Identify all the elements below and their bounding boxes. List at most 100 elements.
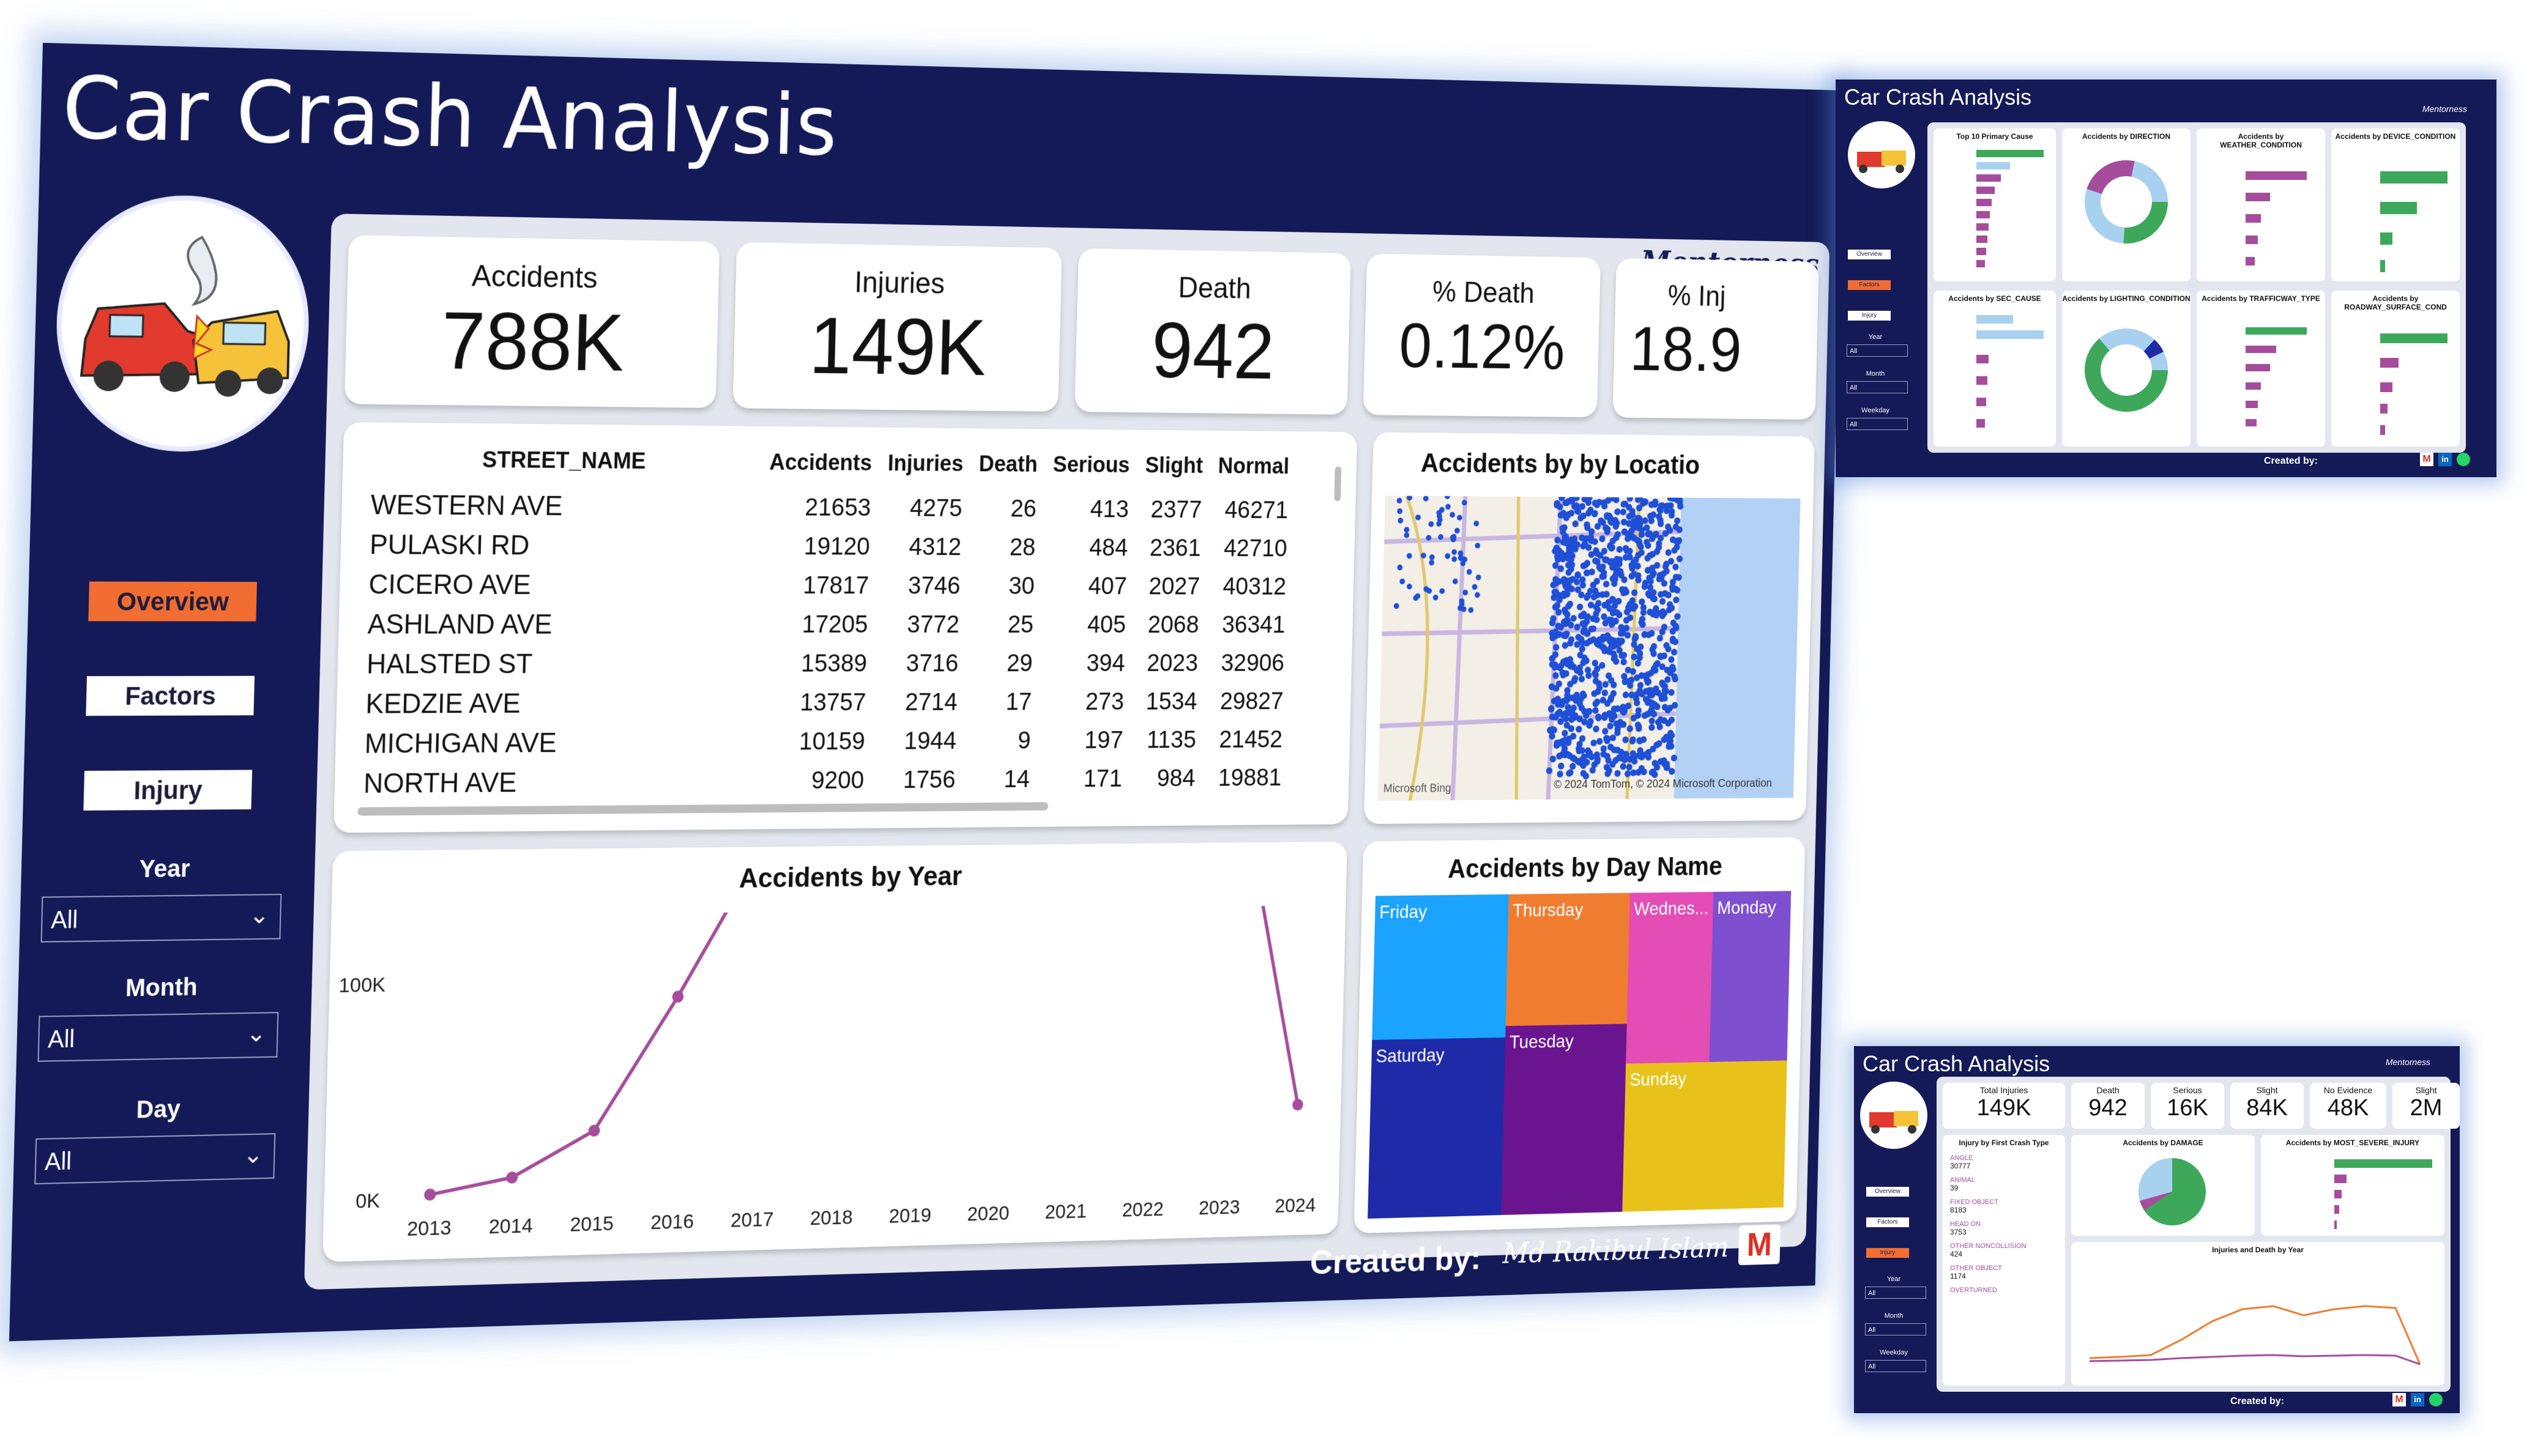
thumb-overview-button[interactable]: Overview (1848, 250, 1891, 259)
value-cell: 3746 (876, 566, 969, 605)
mini-card-title: Accidents by DAMAGE (2071, 1138, 2255, 1147)
kpi-value: 0.12% (1364, 308, 1599, 384)
tile-tuesday[interactable]: Tuesday (1501, 1024, 1627, 1216)
col-death[interactable]: Death (970, 451, 1046, 489)
col-injuries[interactable]: Injuries (879, 451, 972, 489)
factors-button[interactable]: Factors (86, 676, 255, 716)
col-accidents[interactable]: Accidents (761, 450, 880, 488)
thumb-slicer[interactable]: All (1865, 1287, 1926, 1299)
mini-kpi-value: 2M (2392, 1095, 2460, 1121)
mini-kpi-value: 48K (2310, 1095, 2386, 1121)
tile-monday[interactable]: Monday (1710, 891, 1792, 1062)
tile-friday[interactable]: Friday (1372, 894, 1509, 1040)
mini-kpi-value: 16K (2151, 1095, 2224, 1121)
thumb-injury-button[interactable]: Injury (1848, 311, 1891, 321)
mini-card-injuries-death-year: Injuries and Death by Year (2071, 1242, 2444, 1386)
thumb-injury-button[interactable]: Injury (1866, 1248, 1909, 1258)
map-title: Accidents by by Locatio (1421, 447, 1815, 481)
creator-signature: Md Rakibul Islam (1502, 1231, 1729, 1270)
mini-kpi-card: No Evidence 48K (2310, 1083, 2386, 1129)
kpi-death-percent: % Death 0.12% (1363, 253, 1601, 417)
col-serious[interactable]: Serious (1044, 453, 1137, 490)
thumb-panel: Total Injuries 149K Death 942 Serious 16K Slig… (1937, 1077, 2451, 1392)
tile-sunday[interactable]: Sunday (1622, 1060, 1787, 1211)
table-row[interactable]: WESTERN AVE 21653 4275 26 413 2377 46271 (362, 485, 1297, 529)
kpi-label: % Inj (1667, 279, 1819, 315)
thumb-created-by: Created by: (2230, 1396, 2284, 1407)
mini-card-trafficway: Accidents by TRAFFICWAY_TYPE (2197, 291, 2325, 447)
whatsapp-icon[interactable] (2429, 1393, 2443, 1406)
mini-pie-chart (2132, 1152, 2212, 1231)
mini-line-chart (2083, 1266, 2432, 1376)
street-table-card: STREET_NAME Accidents Injuries Death Ser… (333, 422, 1357, 833)
table-row[interactable]: PULASKI RD 19120 4312 28 484 2361 42710 (361, 524, 1295, 567)
linkedin-icon[interactable]: in (2438, 453, 2452, 466)
injury-button[interactable]: Injury (83, 770, 252, 810)
value-cell: 3772 (876, 605, 968, 644)
mini-bar-chart (1940, 147, 2050, 275)
kpi-label: % Death (1366, 273, 1600, 311)
table-row[interactable]: CICERO AVE 17817 3746 30 407 2027 40312 (360, 564, 1294, 606)
street-table[interactable]: STREET_NAME Accidents Injuries Death Ser… (355, 447, 1297, 803)
linkedin-icon[interactable]: in (2411, 1393, 2424, 1406)
mini-card-weather: Accidents by WEATHER_CONDITION (2197, 128, 2325, 281)
month-slicer[interactable]: All ⌄ (37, 1012, 278, 1062)
value-cell: 484 (1043, 528, 1136, 567)
table-row[interactable]: KEDZIE AVE 13757 2714 17 273 1534 29827 (357, 682, 1291, 724)
accident-location-map[interactable]: Microsoft Bing © 2024 TomTom, © 2024 Mic… (1378, 496, 1801, 801)
table-row[interactable]: ASHLAND AVE 17205 3772 25 405 2068 36341 (359, 604, 1294, 644)
table-row[interactable]: NORTH AVE 9200 1756 14 171 984 19881 (355, 758, 1290, 803)
tile-wednesday[interactable]: Wednes... (1626, 892, 1713, 1064)
x-tick-label: 2013 (407, 1216, 452, 1240)
thumb-factors-button[interactable]: Factors (1866, 1217, 1909, 1227)
thumb-slicer[interactable]: All (1847, 344, 1908, 357)
day-slicer[interactable]: All ⌄ (34, 1133, 275, 1184)
value-cell: 2023 (1132, 644, 1206, 682)
gmail-icon[interactable]: M (2420, 453, 2433, 466)
data-point[interactable] (1292, 1099, 1303, 1110)
accidents-by-year-card: Accidents by Year 0K 100K 2013 2014 2015 2016… (322, 841, 1347, 1262)
gmail-icon[interactable]: M (2392, 1393, 2406, 1406)
thumb-slicer[interactable]: All (1865, 1360, 1926, 1372)
x-tick-label: 2023 (1199, 1196, 1240, 1219)
map-credit-right: © 2024 TomTom, © 2024 Microsoft Corporat… (1554, 777, 1772, 791)
thumb-slicer[interactable]: All (1865, 1323, 1926, 1335)
tile-saturday[interactable]: Saturday (1368, 1038, 1505, 1219)
value-cell: 2361 (1135, 529, 1209, 567)
accidents-by-year-chart[interactable]: 0K 100K 2013 2014 2015 2016 2017 2018 2019 2020 20… (322, 905, 1346, 1256)
whatsapp-icon[interactable] (2457, 453, 2470, 466)
day-name-treemap[interactable]: Friday Thursday Wednes... Monday Saturda… (1368, 891, 1791, 1219)
col-street-name[interactable]: STREET_NAME (363, 447, 762, 488)
year-slicer[interactable]: All ⌄ (41, 894, 282, 942)
data-point[interactable] (506, 1172, 518, 1184)
value-cell: 9200 (753, 760, 873, 800)
tile-thursday[interactable]: Thursday (1506, 893, 1630, 1026)
kpi-value: 942 (1075, 304, 1350, 398)
value-cell: 15389 (756, 644, 875, 683)
table-row[interactable]: MICHIGAN AVE 10159 1944 9 197 1135 21452 (356, 720, 1291, 763)
day-slicer-label: Day (36, 1094, 280, 1126)
x-tick-label: 2016 (650, 1210, 694, 1234)
data-point[interactable] (424, 1189, 436, 1201)
col-normal[interactable]: Normal (1210, 454, 1297, 491)
thumb-slicer[interactable]: All (1847, 418, 1908, 430)
mini-card-direction: Accidents by DIRECTION (2062, 128, 2191, 281)
value-cell: 394 (1040, 644, 1133, 682)
thumb-slicer[interactable]: All (1847, 381, 1908, 393)
thumb-factors-button[interactable]: Factors (1848, 280, 1891, 290)
vertical-scrollbar[interactable] (1334, 467, 1341, 502)
mini-card-primary-cause: Top 10 Primary Cause (1934, 128, 2056, 281)
col-slight[interactable]: Slight (1137, 453, 1211, 491)
car-crash-icon (1860, 1082, 1927, 1149)
table-row[interactable]: HALSTED ST 15389 3716 29 394 2023 32906 (358, 644, 1292, 683)
thumb-overview-button[interactable]: Overview (1866, 1187, 1909, 1197)
street-name-cell: PULASKI RD (361, 524, 760, 565)
gmail-icon[interactable]: M (1738, 1224, 1781, 1265)
data-point[interactable] (672, 990, 683, 1003)
value-cell: 21653 (760, 487, 879, 527)
value-cell: 19881 (1202, 758, 1290, 797)
overview-button[interactable]: Overview (88, 582, 257, 622)
value-cell: 29827 (1204, 682, 1292, 721)
data-point[interactable] (588, 1124, 600, 1137)
horizontal-scrollbar[interactable] (357, 802, 1048, 815)
